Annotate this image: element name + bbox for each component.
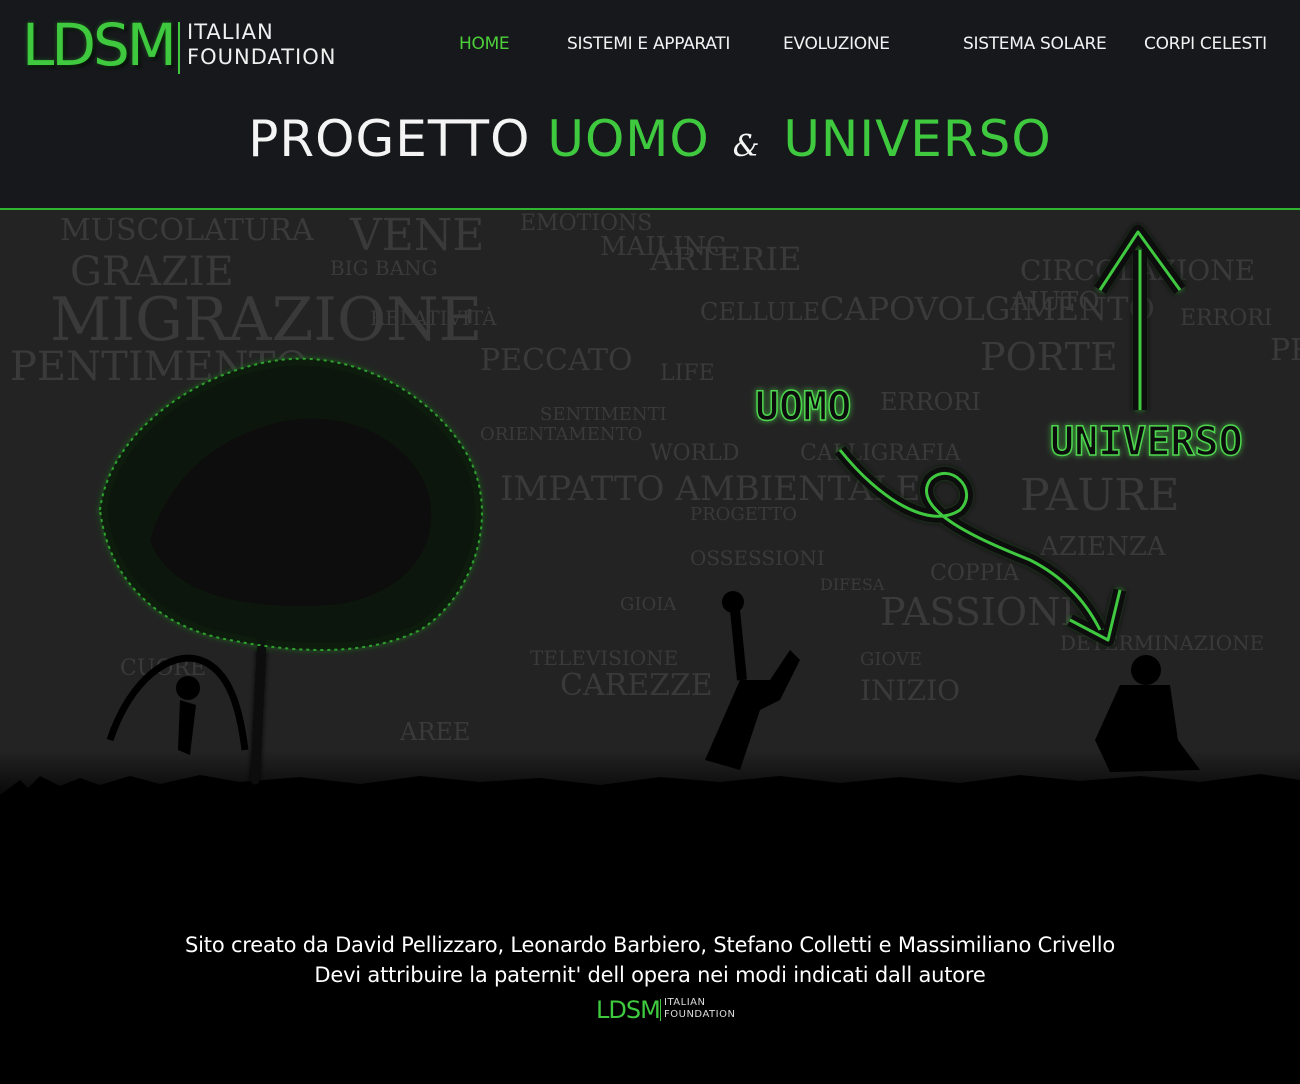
footer-credits: Sito creato da David Pellizzaro, Leonard… (0, 930, 1300, 990)
child-cartwheel-silhouette (705, 591, 800, 770)
background-word: ORIENTAMENTO (480, 424, 642, 445)
footer-logo-subtitle: ITALIAN FOUNDATION (664, 997, 735, 1021)
background-word: AREE (399, 718, 470, 746)
background-word: SENTIMENTI (540, 404, 667, 425)
background-word: DIFESA (820, 575, 885, 594)
tree-silhouette (98, 357, 483, 785)
background-word: GIOIA (620, 594, 677, 615)
title-word-universo: UNIVERSO (783, 110, 1052, 168)
background-word: INIZIO (860, 674, 960, 707)
background-word: AIUTO (1009, 287, 1100, 317)
logo-separator (178, 22, 180, 74)
page-title: PROGETTO UOMO & UNIVERSO (0, 110, 1300, 168)
logo-ldsm-text: LDSM (22, 11, 177, 79)
logo-line-italian: ITALIAN (187, 20, 274, 44)
background-word: CAPOVOLGIMENTO (820, 290, 1155, 328)
background-word: BIG BANG (330, 256, 438, 280)
nav-home[interactable]: HOME (459, 34, 510, 54)
title-ampersand: & (732, 129, 761, 164)
background-word: CAREZZE (560, 668, 713, 703)
background-word: PASSIONI (880, 590, 1075, 634)
background-word: WORLD (650, 441, 739, 466)
background-word: PROGETTO (690, 504, 797, 525)
background-word: CELLULE (700, 298, 820, 326)
background-word: PAURE (1020, 470, 1180, 521)
background-word: VENE (349, 210, 485, 261)
nav-evoluzione[interactable]: EVOLUZIONE (783, 34, 890, 54)
title-word-uomo: UOMO (547, 110, 710, 168)
background-word: PECCATO (480, 343, 633, 378)
nav-sistemi-e-apparati[interactable]: SISTEMI E APPARATI (567, 34, 730, 54)
background-word: TELEVISIONE (530, 646, 678, 670)
footer-logo-separator (660, 999, 661, 1021)
background-word: PORTE (980, 335, 1118, 379)
label-uomo: UOMO (755, 384, 851, 430)
child-sitting-silhouette (1095, 655, 1200, 772)
footer-logo-ldsm: LDSM (596, 996, 661, 1024)
background-word: CALLIGRAFIA (800, 441, 962, 466)
background-word: OSSESSIONI (690, 546, 825, 570)
background-word: ARTERIE (649, 240, 801, 278)
background-word: AZIENZA (1039, 532, 1167, 562)
background-word: COPPIA (930, 561, 1020, 586)
grass-silhouette (0, 774, 1300, 810)
footer-logo-line-foundation: FOUNDATION (664, 1009, 736, 1020)
logo-line-foundation: FOUNDATION (187, 45, 337, 69)
site-header: LDSM ITALIAN FOUNDATION HOME SISTEMI E A… (0, 0, 1300, 210)
label-universo: UNIVERSO (1050, 419, 1243, 465)
background-word: ERRORI (880, 388, 981, 416)
credit-line-attribution: Devi attribuire la paternit' dell opera … (314, 963, 986, 987)
nav-corpi-celesti[interactable]: CORPI CELESTI (1144, 34, 1267, 54)
background-word: ERRORI (1180, 306, 1272, 331)
nav-sistema-solare[interactable]: SISTEMA SOLARE (963, 34, 1107, 54)
footer-logo[interactable]: LDSM ITALIAN FOUNDATION (596, 996, 736, 1024)
footer-logo-line-italian: ITALIAN (664, 997, 706, 1008)
background-word: GIOVE (860, 649, 922, 670)
background-word: RELATIVITÀ (370, 306, 497, 330)
title-word-progetto: PROGETTO (248, 110, 531, 168)
background-word: LIFE (660, 361, 715, 386)
logo-subtitle: ITALIAN FOUNDATION (187, 20, 336, 70)
background-word: PRESENT (1270, 333, 1300, 368)
credit-line-authors: Sito creato da David Pellizzaro, Leonard… (185, 933, 1115, 957)
hero-banner: MUSCOLATURA VENE EMOTIONS MAILING GRAZIE BIG … (0, 210, 1300, 810)
banner-illustration: MUSCOLATURA VENE EMOTIONSMAILINGGRAZIE BIG … (0, 210, 1300, 810)
background-word: MUSCOLATURA (60, 213, 314, 248)
